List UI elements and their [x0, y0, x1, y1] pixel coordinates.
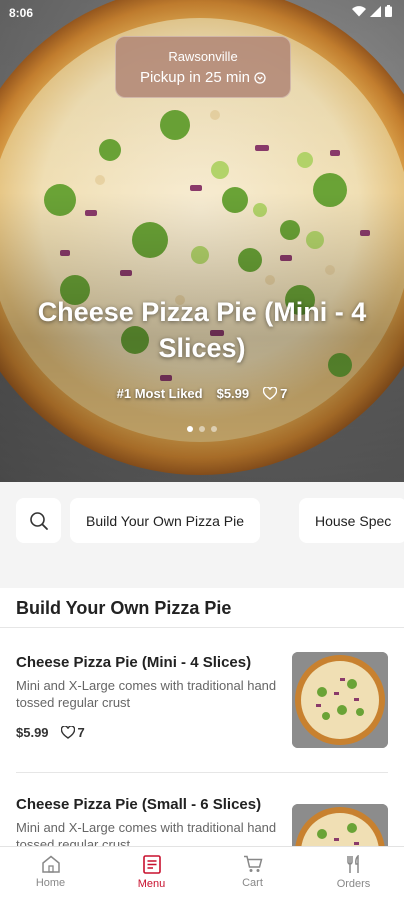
most-liked-badge: #1 Most Liked [116, 386, 203, 401]
category-bar: Build Your Own Pizza Pie House Spec [0, 482, 404, 560]
carousel-dot[interactable] [211, 426, 217, 432]
section-spacer [0, 560, 404, 588]
menu-item-name: Cheese Pizza Pie (Mini - 4 Slices) [16, 654, 252, 671]
hero-price: $5.99 [216, 386, 250, 401]
menu-item[interactable]: Cheese Pizza Pie (Mini - 4 Slices) Mini … [16, 652, 388, 752]
menu-item-description: Mini and X-Large comes with traditional … [16, 678, 277, 710]
menu-item-likes[interactable]: 7 [60, 725, 85, 740]
menu-item-name: Cheese Pizza Pie (Small - 6 Slices) [16, 796, 262, 813]
pizza-thumbnail [292, 804, 388, 846]
hero-title: Cheese Pizza Pie (Mini - 4 Slices) [37, 297, 367, 363]
pickup-selector[interactable]: Rawsonville Pickup in 25 min [115, 36, 291, 98]
pickup-time: Pickup in 25 min [116, 69, 290, 86]
menu-item-price: $5.99 [16, 725, 49, 740]
category-chip-house-specialties[interactable]: House Spec [299, 498, 404, 543]
pizza-thumbnail [292, 652, 388, 748]
menu-item-image [292, 804, 388, 846]
status-time: 8:06 [9, 6, 34, 20]
pickup-time-label: Pickup in 25 min [139, 69, 251, 86]
carousel-dot[interactable] [187, 426, 193, 432]
pickup-location: Rawsonville [168, 49, 238, 64]
status-icons [352, 5, 392, 17]
hero-meta: #1 Most Liked $5.99 7 [0, 386, 404, 401]
item-divider [16, 772, 388, 773]
nav-home-label: Home [35, 877, 66, 889]
hero-likes-count: 7 [280, 386, 288, 401]
wifi-icon [352, 5, 366, 17]
menu-item-image [292, 652, 388, 748]
nav-cart[interactable]: Cart [202, 847, 303, 900]
nav-cart-label: Cart [242, 877, 263, 889]
menu-item-likes-count: 7 [77, 725, 85, 740]
nav-orders[interactable]: Orders [303, 847, 404, 900]
heart-icon [263, 387, 278, 400]
signal-icon [370, 5, 381, 17]
nav-home[interactable]: Home [0, 847, 101, 900]
menu-icon [142, 855, 161, 874]
hero-likes[interactable]: 7 [263, 386, 287, 401]
status-bar: 8:06 [0, 0, 404, 26]
orders-icon [346, 855, 359, 873]
battery-icon [385, 5, 392, 17]
menu-item[interactable]: Cheese Pizza Pie (Small - 6 Slices) Mini… [16, 794, 388, 846]
home-icon [41, 855, 60, 873]
carousel-dot[interactable] [199, 426, 205, 432]
carousel-indicator [0, 426, 404, 432]
category-chip-build-your-own[interactable]: Build Your Own Pizza Pie [70, 498, 260, 543]
cart-icon [243, 855, 262, 872]
search-icon [29, 511, 48, 530]
heart-icon [60, 726, 75, 739]
nav-menu-label: Menu [137, 878, 166, 890]
nav-orders-label: Orders [336, 878, 371, 890]
nav-menu[interactable]: Menu [101, 847, 202, 900]
chevron-down-circle-icon [254, 71, 266, 84]
menu-item-description: Mini and X-Large comes with traditional … [16, 820, 277, 846]
section-title: Build Your Own Pizza Pie [16, 598, 232, 618]
section-header: Build Your Own Pizza Pie [0, 588, 404, 628]
bottom-nav: Home Menu Cart Orders [0, 846, 404, 900]
hero-banner[interactable]: 8:06 Rawsonville Pickup in 25 min Cheese… [0, 0, 404, 482]
search-button[interactable] [16, 498, 61, 543]
